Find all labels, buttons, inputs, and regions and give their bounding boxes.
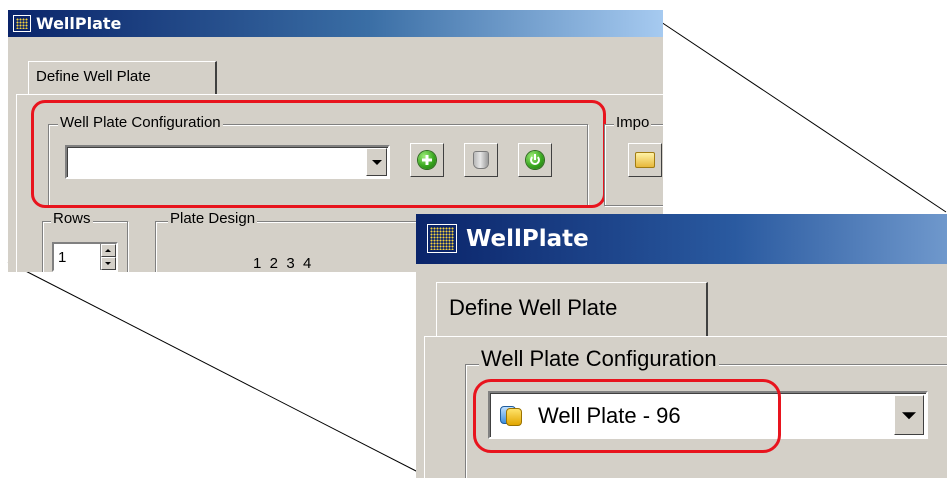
folder-icon [635,152,655,168]
highlight-outline [31,100,606,208]
zoomed-wellplate-window: WellPlate Define Well Plate Well Plate C… [416,214,947,478]
zoom-tab-label: Define Well Plate [449,295,618,320]
rows-spinner[interactable]: 1 [52,242,118,272]
import-button[interactable] [628,143,662,177]
app-icon [427,224,457,253]
tab-define-well-plate[interactable]: Define Well Plate [28,61,217,94]
rows-group-label: Rows [51,210,93,227]
app-icon [13,15,31,32]
chevron-down-icon [902,412,916,420]
spin-up-button[interactable] [101,244,116,257]
zoom-dropdown-button[interactable] [894,395,924,435]
plate-design-label: Plate Design [168,210,258,227]
zoom-title-bar[interactable]: WellPlate [416,214,947,264]
zoom-tab-define-well-plate[interactable]: Define Well Plate [436,282,708,336]
zoom-highlight-outline [473,379,781,453]
import-group-label: Impo [614,114,652,131]
title-bar[interactable]: WellPlate [8,10,663,37]
spin-down-button[interactable] [101,257,116,270]
plate-column-headers: 1 2 3 4 [253,255,312,272]
zoom-window-title: WellPlate [466,226,589,252]
window-title: WellPlate [36,14,122,33]
zoom-config-group-label: Well Plate Configuration [479,346,719,372]
tab-label: Define Well Plate [36,68,151,85]
